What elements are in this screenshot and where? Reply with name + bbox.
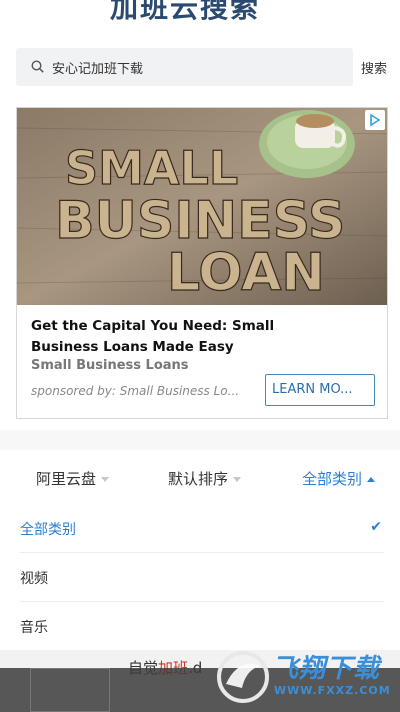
filter-sort-label: 默认排序 <box>168 470 229 488</box>
filter-source[interactable]: 阿里云盘 <box>36 468 110 489</box>
category-option-all[interactable]: 全部类别 ✔ <box>20 504 384 553</box>
ad-image-word-1: SMALL <box>65 141 238 195</box>
section-divider <box>0 430 400 450</box>
site-watermark: 飞翔下载 WWW.FXXZ.COM <box>214 646 400 708</box>
category-option-music[interactable]: 音乐 <box>20 602 384 651</box>
category-option-video[interactable]: 视频 <box>20 553 384 602</box>
learn-more-button[interactable]: LEARN MO... <box>265 374 375 406</box>
ad-card[interactable]: SMALL BUSINESS LOAN Get the Capital You … <box>16 107 388 419</box>
category-option-label: 视频 <box>20 571 48 587</box>
search-button[interactable]: 搜索 <box>361 58 387 77</box>
filter-category[interactable]: 全部类别 <box>302 468 376 489</box>
ad-sponsor: sponsored by: Small Business Lo... <box>31 384 240 398</box>
watermark-logo-icon <box>217 651 269 703</box>
search-bar: 安心记加班下载 搜索 <box>0 44 400 90</box>
filter-sort[interactable]: 默认排序 <box>168 468 242 489</box>
filter-bar: 阿里云盘 默认排序 全部类别 <box>0 450 400 504</box>
ad-choices-icon[interactable] <box>365 110 385 130</box>
search-icon <box>31 60 44 73</box>
category-option-label: 音乐 <box>20 620 48 636</box>
filter-source-label: 阿里云盘 <box>36 470 97 488</box>
search-query: 安心记加班下载 <box>52 62 144 77</box>
search-input[interactable]: 安心记加班下载 <box>16 48 353 86</box>
ad-headline[interactable]: Get the Capital You Need: Small Business… <box>31 316 331 358</box>
chevron-down-icon <box>101 477 110 482</box>
ad-image[interactable]: SMALL BUSINESS LOAN <box>17 108 387 305</box>
page-title: 加班云搜索 <box>110 0 261 24</box>
chevron-down-icon <box>233 477 242 482</box>
ad-image-word-3: LOAN <box>167 243 325 303</box>
chevron-up-icon <box>367 477 376 482</box>
check-icon: ✔ <box>370 519 382 535</box>
ad-image-word-2: BUSINESS <box>55 191 345 251</box>
category-option-label: 全部类别 <box>20 522 76 538</box>
filter-category-label: 全部类别 <box>302 470 363 488</box>
watermark-url: WWW.FXXZ.COM <box>274 684 391 697</box>
ad-subhead: Small Business Loans <box>31 358 189 373</box>
result-thumbnail <box>30 668 110 712</box>
watermark-brand: 飞翔下载 <box>272 654 381 684</box>
